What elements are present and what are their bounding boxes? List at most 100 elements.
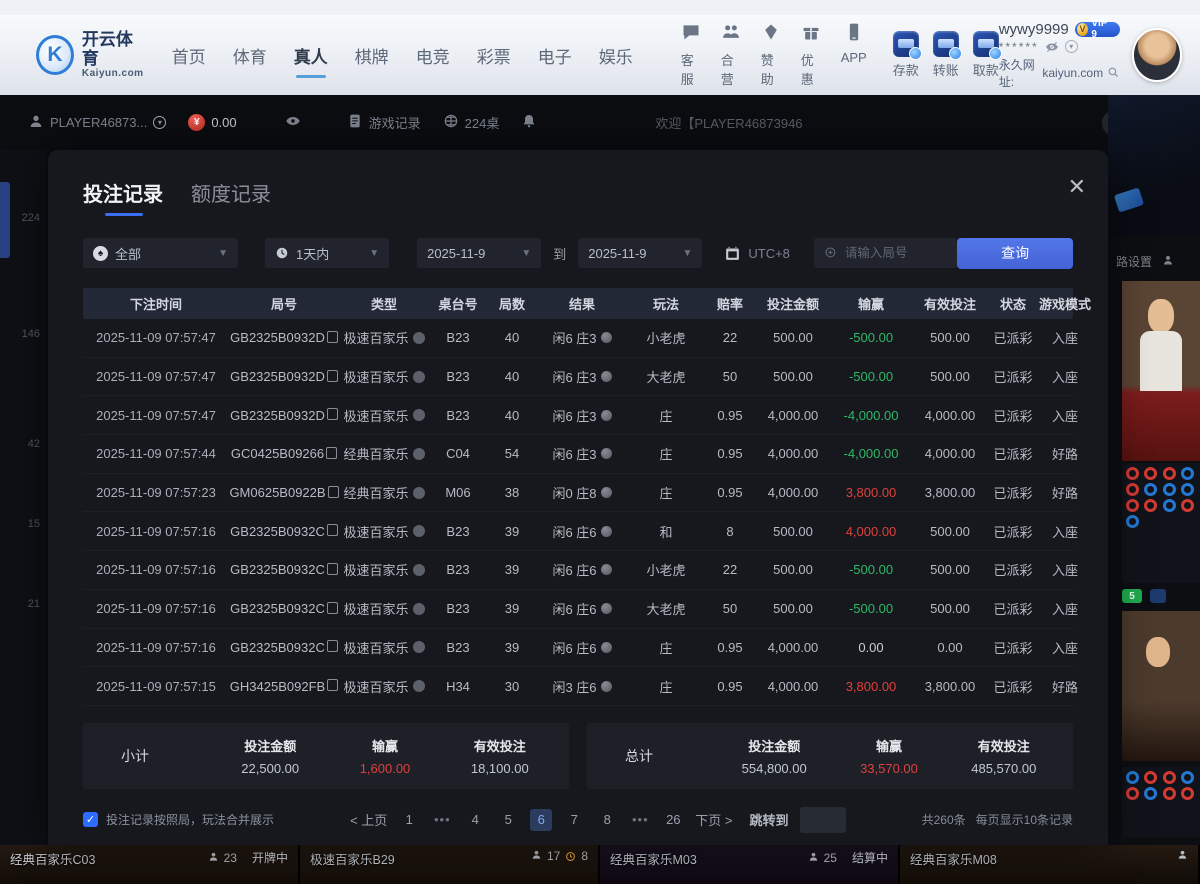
tab-quota-records[interactable]: 额度记录 [191,178,271,216]
game-records-button[interactable]: 游戏记录 [347,113,421,132]
pagination-page-7[interactable]: 7 [563,809,585,831]
cell-win: -500.00 [831,330,911,345]
copy-icon[interactable] [329,526,338,536]
info-icon[interactable] [413,641,425,653]
eye-toggle[interactable] [285,113,301,132]
withdraw-button[interactable]: 取款 [973,31,999,79]
notifications-button[interactable] [521,113,537,132]
copy-icon[interactable] [329,604,338,614]
sponsor-button[interactable]: 赞助 [761,22,781,88]
pagination-page-8[interactable]: 8 [596,809,618,831]
copy-icon[interactable] [329,565,338,575]
date-to-picker[interactable]: 2025-11-9 ▼ [578,238,702,268]
nav-sports[interactable]: 体育 [233,43,267,68]
nav-esports[interactable]: 电竞 [416,43,450,68]
cell-play: 和 [627,522,705,541]
round-search[interactable] [814,238,957,268]
dealer-video-thumb[interactable] [1122,281,1200,461]
date-from-value: 2025-11-9 [427,246,485,261]
document-icon [347,113,363,132]
cell-rounds: 39 [487,562,537,577]
time-range-dropdown[interactable]: 1天内 ▼ [265,238,389,268]
info-icon[interactable] [413,525,425,537]
date-to-label: 到 [553,244,566,263]
live-table-tile[interactable]: 经典百家乐M08 [900,845,1200,884]
nav-entertainment[interactable]: 娱乐 [599,43,633,68]
pagination-page-5[interactable]: 5 [497,809,519,831]
nav-cards[interactable]: 棋牌 [355,43,389,68]
user-avatar[interactable] [1132,28,1182,82]
pagination-page-4[interactable]: 4 [464,809,486,831]
deposit-button[interactable]: 存款 [893,31,919,79]
pagination-page-26[interactable]: 26 [662,809,684,831]
balance-display[interactable]: ¥ 0.00 [188,114,236,131]
cell-status: 已派彩 [989,677,1037,696]
eye-off-icon[interactable] [1045,40,1059,54]
copy-icon[interactable] [328,449,337,459]
site-logo[interactable]: K 开云体育 Kaiyun.com [36,31,146,79]
copy-icon[interactable] [329,642,338,652]
copy-icon[interactable] [330,488,339,498]
live-table-tile[interactable]: 经典百家乐C03 23 开牌中 [0,845,300,884]
cell-win: 3,800.00 [831,485,911,500]
info-icon[interactable] [413,680,425,692]
pagination-page-1[interactable]: 1 [398,809,420,831]
player-selector[interactable]: PLAYER46873... ▾ [28,113,166,132]
round-search-input[interactable] [845,246,945,260]
table-status: 开牌中 [252,849,288,866]
promo-video-thumb[interactable] [1108,95,1200,235]
copy-icon[interactable] [329,372,338,382]
road-settings-bar[interactable]: 路设置 [1108,247,1200,275]
cell-type: 经典百家乐 [339,444,429,463]
magnifier-icon[interactable] [1107,66,1120,79]
transfer-button[interactable]: 转账 [933,31,959,79]
close-icon[interactable]: ✕ [1068,176,1086,198]
chevron-down-icon: ▾ [153,116,166,129]
copy-icon[interactable] [329,333,338,343]
nav-lottery[interactable]: 彩票 [477,43,511,68]
promo-button[interactable]: 优惠 [801,22,821,88]
copy-icon[interactable] [329,410,338,420]
customer-service-button[interactable]: 客服 [681,22,701,88]
copy-icon[interactable] [329,681,338,691]
prev-page-button[interactable]: < 上页 [350,810,387,829]
pagination-page-6[interactable]: 6 [530,809,552,831]
next-page-button[interactable]: 下页 > [695,810,732,829]
app-button[interactable]: APP [841,22,867,88]
nav-live[interactable]: 真人 [294,43,328,68]
info-icon[interactable] [413,409,425,421]
result-icon [601,487,612,498]
column-header-rounds: 局数 [487,294,537,313]
live-table-tile[interactable]: 经典百家乐M03 25 结算中 [600,845,900,884]
search-icon [824,246,838,260]
table-count-badge: 42 [0,438,40,450]
info-icon[interactable] [413,332,425,344]
date-from-picker[interactable]: 2025-11-9 ▼ [417,238,541,268]
cell-win: 3,800.00 [831,679,911,694]
tab-betting-records[interactable]: 投注记录 [83,178,163,216]
permanent-url-label: 永久网址: [999,56,1039,90]
nav-home[interactable]: 首页 [172,43,206,68]
dealer-video-thumb[interactable] [1122,611,1200,761]
info-icon[interactable] [413,603,425,615]
jump-input[interactable] [800,807,846,833]
info-icon[interactable] [413,487,425,499]
valid-header: 有效投注 [474,736,526,755]
merge-checkbox[interactable]: ✓ [83,812,98,827]
live-table-tile[interactable]: 极速百家乐B29 17 8 [300,845,600,884]
cell-table: H34 [429,679,487,694]
baccarat-road-grid [1122,463,1200,583]
partnership-button[interactable]: 合营 [721,22,741,88]
info-icon[interactable] [413,448,425,460]
tables-count-button[interactable]: 224桌 [443,113,500,132]
info-icon[interactable] [413,564,425,576]
query-button[interactable]: 查询 [957,238,1073,269]
chevron-down-icon[interactable]: ▾ [1065,40,1078,53]
nav-slots[interactable]: 电子 [538,43,572,68]
pagination-pages: 1•••45678•••26 [398,809,684,831]
table-row: 2025-11-09 07:57:23GM0625B0922B经典百家乐M063… [83,474,1073,513]
info-icon[interactable] [413,371,425,383]
timezone-display[interactable]: UTC+8 [724,245,790,262]
game-category-dropdown[interactable]: ♠ 全部 ▼ [83,238,238,268]
subtotal-win: 1,600.00 [360,761,411,776]
